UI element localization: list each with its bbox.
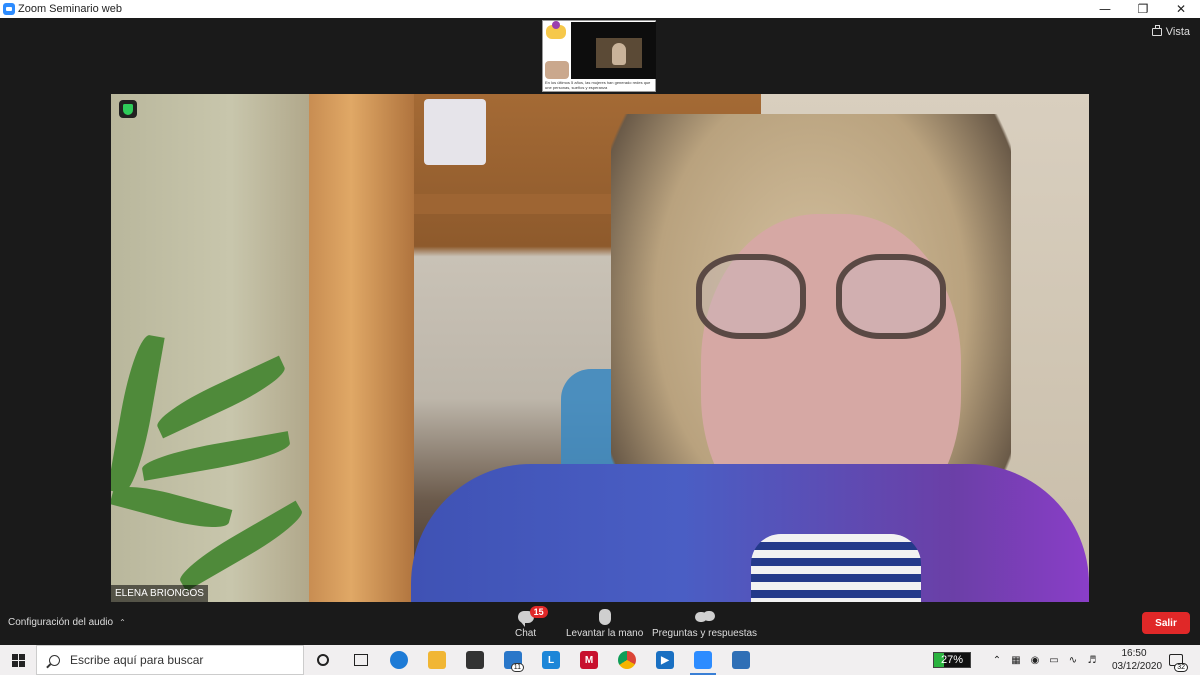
movies-icon[interactable]: ▶ <box>646 645 684 675</box>
view-icon <box>1151 25 1162 36</box>
thumbnail-caption: En los últimos 5 años, las mujeres han g… <box>545 80 651 90</box>
store-icon[interactable] <box>456 645 494 675</box>
battery-indicator[interactable]: 27% <box>933 652 971 668</box>
restore-icon[interactable]: ❐ <box>1124 0 1162 18</box>
security-shield-icon[interactable] <box>119 100 137 118</box>
zoom-taskbar-icon[interactable] <box>684 645 722 675</box>
participant-name-tag: ELENA BRIONGOS <box>111 585 208 602</box>
window-controls: — ❐ ✕ <box>1086 0 1200 18</box>
search-placeholder: Escribe aquí para buscar <box>70 653 204 667</box>
action-center-icon[interactable]: 32 <box>1166 651 1188 672</box>
view-button[interactable]: Vista <box>1151 25 1190 38</box>
window-title: Zoom Seminario web <box>18 3 122 15</box>
video-plant <box>111 324 321 602</box>
meeting-stage: En los últimos 5 años, las mujeres han g… <box>0 18 1200 604</box>
search-icon <box>49 654 60 666</box>
event-logo <box>546 21 566 39</box>
battery-label: 27% <box>940 654 964 666</box>
sign-language-interpreter <box>545 61 569 79</box>
start-button[interactable] <box>0 645 36 675</box>
qa-label: Preguntas y respuestas <box>652 628 758 639</box>
device-icon[interactable]: ▦ <box>1009 653 1023 667</box>
chevron-up-icon[interactable]: ⌃ <box>990 653 1004 667</box>
clock-date: 03/12/2020 <box>1112 661 1163 672</box>
mail-badge: 11 <box>510 663 524 672</box>
mcafee-icon[interactable]: M <box>570 645 608 675</box>
qa-icon <box>694 611 715 623</box>
battery-icon[interactable]: ▭ <box>1047 653 1061 667</box>
meeting-toolbar: Configuración del audio ⌃ 15 Chat Levant… <box>0 604 1200 645</box>
l-app-icon[interactable]: L <box>532 645 570 675</box>
cortana-icon[interactable] <box>304 645 342 675</box>
shared-screen-thumbnail[interactable]: En los últimos 5 años, las mujeres han g… <box>542 20 656 92</box>
photos-icon[interactable] <box>722 645 760 675</box>
view-label: Vista <box>1165 26 1190 38</box>
active-speaker-video: ELENA BRIONGOS <box>111 94 1089 602</box>
chat-unread-badge: 15 <box>529 606 548 618</box>
zoom-app-icon <box>3 3 15 15</box>
windows-logo-icon <box>11 653 25 667</box>
audio-settings-label: Configuración del audio <box>8 617 114 628</box>
video-background-post <box>309 94 414 602</box>
chrome-icon[interactable] <box>608 645 646 675</box>
speaker-shirt <box>751 534 921 602</box>
notification-blocked-icon[interactable]: ◉ <box>1028 653 1042 667</box>
audio-settings-button[interactable]: Configuración del audio ⌃ <box>8 617 126 628</box>
chevron-up-icon[interactable]: ⌃ <box>119 618 126 627</box>
speaker-sweater <box>411 464 1089 602</box>
edge-icon[interactable] <box>380 645 418 675</box>
video-background-sticker <box>424 99 486 165</box>
raise-hand-label: Levantar la mano <box>566 628 644 639</box>
chat-button[interactable]: 15 Chat <box>515 606 548 639</box>
minimize-icon[interactable]: — <box>1086 0 1124 18</box>
close-icon[interactable]: ✕ <box>1162 0 1200 18</box>
leave-button[interactable]: Salir <box>1142 612 1190 634</box>
clock-time: 16:50 <box>1121 648 1147 659</box>
taskbar-clock[interactable]: 16:50 03/12/2020 <box>1112 647 1163 673</box>
file-explorer-icon[interactable] <box>418 645 456 675</box>
wifi-icon[interactable]: ∿ <box>1066 653 1080 667</box>
task-view-icon[interactable] <box>342 645 380 675</box>
title-bar: Zoom Seminario web — ❐ ✕ <box>0 0 1200 18</box>
thumbnail-video <box>571 22 656 79</box>
mail-icon[interactable]: 11 <box>494 645 532 675</box>
notification-count: 32 <box>1174 663 1188 672</box>
system-tray: ⌃ ▦ ◉ ▭ ∿ ♬ <box>990 645 1099 675</box>
hand-icon <box>598 609 611 625</box>
speaker-glasses <box>686 254 956 344</box>
taskbar-search-box[interactable]: Escribe aquí para buscar <box>36 645 304 675</box>
volume-icon[interactable]: ♬ <box>1085 653 1099 667</box>
raise-hand-button[interactable]: Levantar la mano <box>566 606 643 639</box>
qa-button[interactable]: Preguntas y respuestas <box>652 606 757 639</box>
thumbnail-speaker <box>596 38 642 68</box>
chat-label: Chat <box>515 628 537 639</box>
